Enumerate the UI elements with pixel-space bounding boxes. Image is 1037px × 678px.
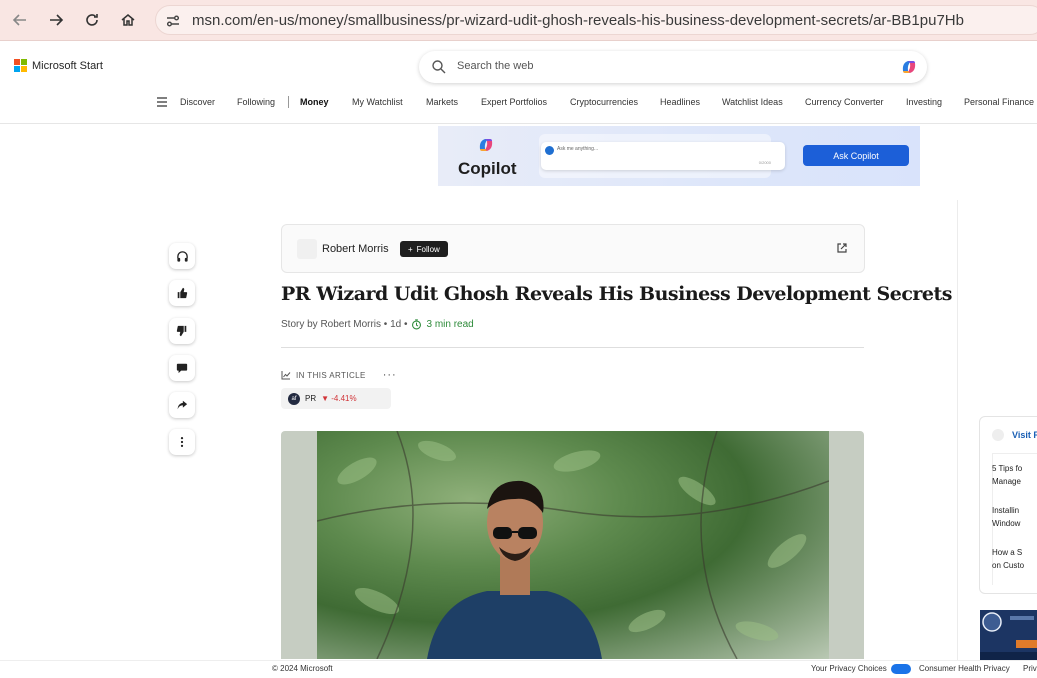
byline-divider [281, 347, 864, 348]
ask-copilot-button[interactable]: Ask Copilot [803, 145, 909, 166]
visit-item-1-line-2: Manage [992, 477, 1021, 486]
address-bar[interactable]: msn.com/en-us/money/smallbusiness/pr-wiz… [155, 5, 1037, 35]
follow-label: Follow [416, 244, 440, 254]
comment-icon [176, 363, 188, 374]
back-button[interactable] [8, 8, 32, 32]
ad-copilot-dot-icon [545, 146, 554, 155]
url-text: msn.com/en-us/money/smallbusiness/pr-wiz… [192, 12, 964, 29]
nav-item-money[interactable]: Money [300, 97, 329, 107]
privacy-link[interactable]: Priv [1023, 664, 1037, 673]
byline-text: Story by Robert Morris • 1d • [281, 319, 408, 330]
nav-separator [288, 96, 289, 108]
visit-item-2-line-1: Installin [992, 506, 1020, 515]
follow-button[interactable]: + Follow [400, 241, 448, 257]
copilot-ad-banner[interactable]: Copilot Ask me anything... 0/2000 Ask Co… [438, 126, 920, 186]
article-hero-image[interactable] [281, 431, 864, 659]
clock-icon [412, 319, 422, 330]
copyright-text: © 2024 Microsoft [272, 664, 333, 673]
visit-card[interactable]: Visit R 5 Tips fo Manage Installin Windo… [979, 416, 1037, 594]
nav-item-following[interactable]: Following [237, 97, 275, 107]
like-button[interactable] [169, 280, 195, 306]
read-time: 3 min read [426, 319, 474, 330]
microsoft-logo-icon [14, 59, 27, 72]
nav-item-discover[interactable]: Discover [180, 97, 215, 107]
in-this-article-label: IN THIS ARTICLE [296, 370, 366, 380]
visit-item-3[interactable]: How a S on Custo [992, 546, 1024, 572]
nav-item-investing[interactable]: Investing [906, 97, 942, 107]
page-footer: © 2024 Microsoft Your Privacy Choices Co… [0, 660, 1037, 678]
nav-item-personal-finance[interactable]: Personal Finance [964, 97, 1034, 107]
headphones-icon [176, 250, 188, 262]
visit-item-1[interactable]: 5 Tips fo Manage [992, 462, 1022, 488]
author-avatar[interactable] [297, 239, 317, 259]
search-icon [432, 60, 446, 74]
nav-item-my-watchlist[interactable]: My Watchlist [352, 97, 403, 107]
privacy-choices-link[interactable]: Your Privacy Choices [811, 664, 887, 673]
stock-logo-icon: af [288, 392, 300, 405]
right-rail-divider [957, 200, 958, 660]
ad-prompt-box: Ask me anything... 0/2000 [541, 142, 785, 170]
nav-item-headlines[interactable]: Headlines [660, 97, 700, 107]
visit-item-2-line-2: Window [992, 519, 1021, 528]
microsoft-start-logo[interactable]: Microsoft Start [14, 59, 103, 72]
visit-item-3-line-1: How a S [992, 548, 1023, 557]
ad-prompt-placeholder: Ask me anything... [557, 146, 599, 152]
search-box[interactable]: Search the web [419, 51, 927, 83]
nav-item-expert-portfolios[interactable]: Expert Portfolios [481, 97, 547, 107]
privacy-choices-toggle-icon [891, 664, 911, 674]
stock-chip-pr[interactable]: af PR ▼ -4.41% [281, 388, 391, 409]
more-options-button[interactable] [169, 429, 195, 455]
visit-item-2[interactable]: Installin Window [992, 504, 1020, 530]
reload-icon [86, 14, 98, 26]
forward-button[interactable] [44, 8, 68, 32]
dislike-button[interactable] [169, 318, 195, 344]
brand-name: Microsoft Start [32, 59, 103, 72]
stock-symbol: PR [305, 394, 317, 403]
visit-item-1-line-1: 5 Tips fo [992, 464, 1023, 473]
browser-toolbar: msn.com/en-us/money/smallbusiness/pr-wiz… [0, 0, 1037, 41]
comment-button[interactable] [169, 355, 195, 381]
nav-item-watchlist-ideas[interactable]: Watchlist Ideas [722, 97, 783, 107]
home-icon [121, 14, 135, 26]
in-this-article-header: IN THIS ARTICLE ··· [281, 369, 397, 381]
nav-item-currency-converter[interactable]: Currency Converter [805, 97, 884, 107]
top-navigation: Discover Following Money My Watchlist Ma… [0, 93, 1037, 115]
visit-item-3-line-2: on Custo [992, 561, 1025, 570]
nav-item-markets[interactable]: Markets [426, 97, 458, 107]
copilot-logo-icon [479, 139, 493, 151]
site-settings-icon[interactable] [164, 12, 182, 30]
copilot-icon[interactable] [899, 57, 919, 77]
visit-label[interactable]: Visit R [1012, 430, 1037, 440]
thumbs-up-icon [177, 287, 188, 299]
share-button[interactable] [169, 392, 195, 418]
ad-thumbnail-illustration [980, 612, 1037, 660]
visit-site-icon [992, 429, 1004, 441]
search-placeholder: Search the web [457, 60, 534, 72]
article-more-options[interactable]: ··· [383, 369, 397, 381]
chart-line-icon [281, 371, 291, 380]
thumbs-down-icon [176, 325, 187, 337]
nav-item-cryptocurrencies[interactable]: Cryptocurrencies [570, 97, 638, 107]
header-divider [0, 123, 1037, 124]
arrow-right-icon [50, 14, 64, 26]
external-link-icon[interactable] [836, 242, 848, 254]
article-byline: Story by Robert Morris • 1d • 3 min read [281, 319, 474, 330]
more-vertical-icon [180, 437, 184, 447]
listen-button[interactable] [169, 243, 195, 269]
hamburger-menu-icon[interactable] [156, 96, 168, 108]
author-card: Robert Morris + Follow [281, 224, 865, 273]
arrow-left-icon [12, 14, 26, 26]
right-rail-ad[interactable] [980, 610, 1037, 660]
share-icon [177, 400, 188, 410]
reload-button[interactable] [80, 8, 104, 32]
article-title: PR Wizard Udit Ghosh Reveals His Busines… [281, 283, 952, 305]
ad-prompt-counter: 0/2000 [758, 160, 771, 165]
home-button[interactable] [116, 8, 140, 32]
plus-icon: + [408, 244, 413, 254]
consumer-health-privacy-link[interactable]: Consumer Health Privacy [919, 664, 1010, 673]
ad-brand-text: Copilot [458, 159, 517, 178]
author-name[interactable]: Robert Morris [322, 243, 389, 255]
hero-photo-illustration [317, 431, 829, 659]
stock-change: ▼ -4.41% [321, 394, 357, 403]
